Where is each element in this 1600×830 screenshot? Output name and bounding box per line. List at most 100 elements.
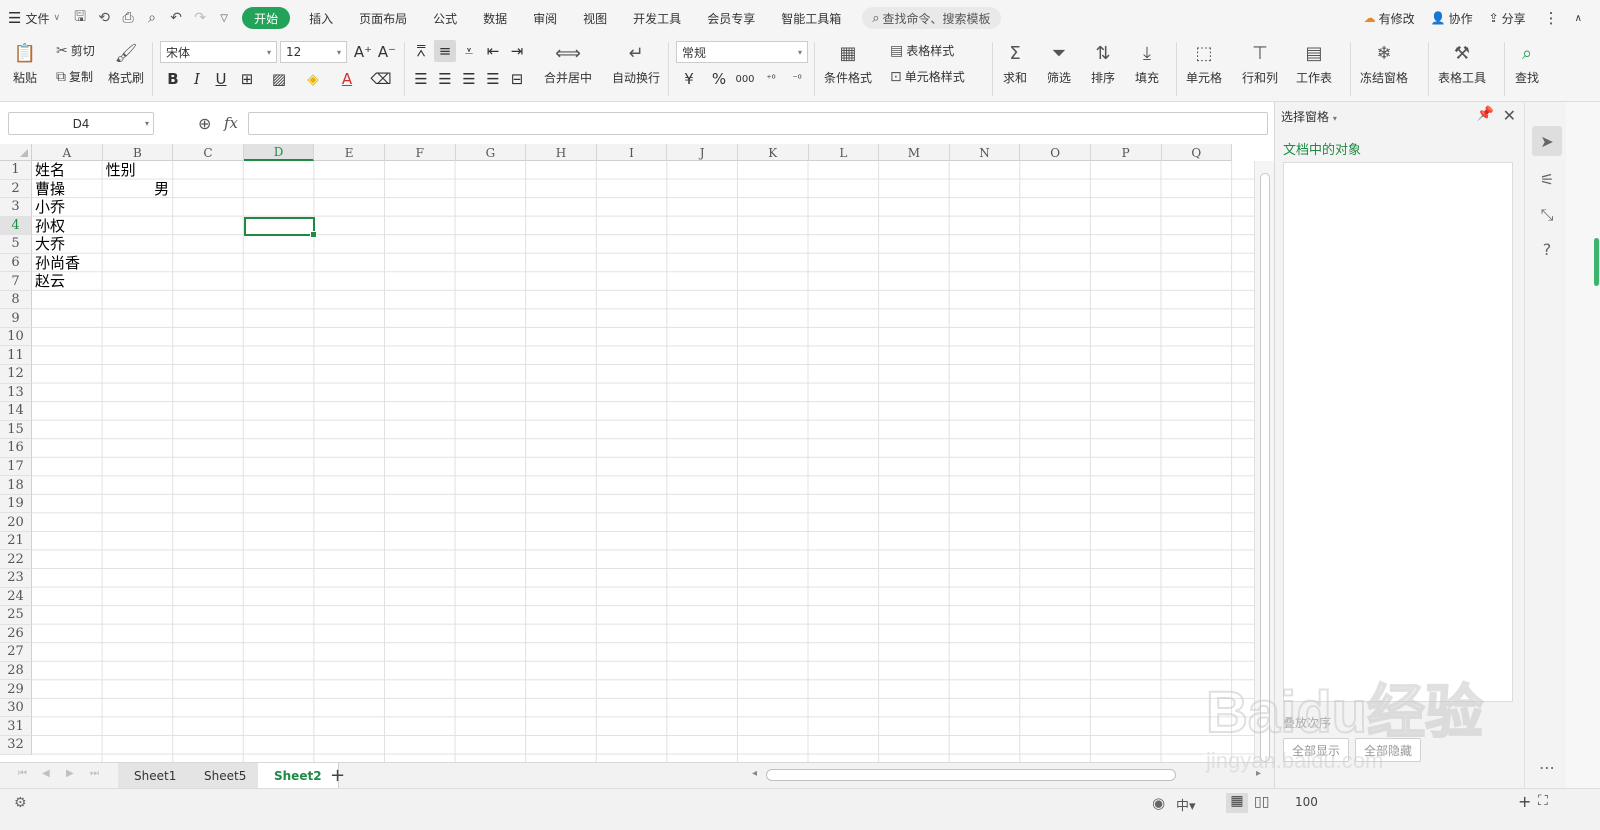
row-header[interactable]: 22 [0,550,32,570]
first-sheet-icon[interactable]: ⏮ [18,768,27,779]
horizontal-scroll-thumb[interactable] [766,769,1176,781]
sheet-tab[interactable]: Sheet5 [188,763,264,788]
column-header[interactable]: J [667,144,738,161]
align-bottom-icon[interactable]: ⩡ [458,40,480,62]
merge-center-button[interactable]: ⟺ 合并居中 [544,40,592,86]
customize-icon[interactable]: ▽ [212,0,236,36]
hide-all-button[interactable]: 全部隐藏 [1355,738,1422,762]
undo-icon[interactable]: ↶ [164,0,188,36]
eye-protection-icon[interactable]: ◉ [1152,794,1165,812]
font-name-select[interactable]: 宋体 ▾ [160,41,277,63]
tab-insert[interactable]: 插入 [296,0,346,36]
percent-icon[interactable]: % [708,68,730,90]
help-icon[interactable]: ? [1532,234,1562,264]
input-method-icon[interactable]: 中▾ [1176,795,1196,814]
cell-shade-icon[interactable]: ▨ [268,68,290,90]
column-header[interactable]: P [1091,144,1162,161]
row-header[interactable]: 16 [0,439,32,458]
fill-button[interactable]: ⤓ 填充 [1134,40,1160,86]
row-header[interactable]: 3 [0,198,32,217]
fill-color-icon[interactable]: ◈ [302,68,324,90]
eraser-icon[interactable]: ⌫ [370,68,392,90]
tab-smart-tools[interactable]: 智能工具箱 [768,0,854,36]
table-tools-button[interactable]: ⚒ 表格工具 [1438,40,1486,86]
column-header[interactable]: G [456,144,527,161]
column-header[interactable]: N [950,144,1021,161]
column-header[interactable]: K [738,144,809,161]
selected-cell-outline[interactable] [243,216,317,238]
column-header[interactable]: A [32,144,103,161]
row-header[interactable]: 8 [0,290,32,310]
column-header[interactable]: F [385,144,456,161]
row-header[interactable]: 28 [0,661,32,681]
next-sheet-icon[interactable]: ▶ [66,768,74,779]
collapse-ribbon-icon[interactable]: ∧ [1569,0,1600,36]
tab-developer[interactable]: 开发工具 [620,0,694,36]
decrease-decimal-icon[interactable]: ⁻⁰ [786,68,808,90]
add-sheet-icon[interactable]: + [330,765,345,786]
row-header[interactable]: 4 [0,216,32,236]
row-header[interactable]: 15 [0,420,32,440]
close-icon[interactable]: ✕ [1503,106,1516,125]
align-middle-icon[interactable]: ≡ [434,40,456,62]
column-header[interactable]: O [1020,144,1091,161]
find-button[interactable]: ⌕ 查找 [1514,40,1540,86]
cell-a5[interactable]: 大乔 [35,235,65,254]
tab-home[interactable]: 开始 [242,7,291,29]
copy-button[interactable]: ⧉ 复制 [56,68,93,85]
column-header[interactable]: C [173,144,244,161]
format-brush-icon[interactable]: ⟲ [92,0,116,36]
zoom-lens-icon[interactable]: ⊕ [198,114,211,133]
row-header[interactable]: 32 [0,735,32,755]
filter-button[interactable]: ⏷ 筛选 [1046,40,1072,86]
tab-data[interactable]: 数据 [470,0,520,36]
italic-icon[interactable]: I [186,68,208,90]
underline-icon[interactable]: U [210,68,232,90]
tab-formulas[interactable]: 公式 [420,0,470,36]
cell-button[interactable]: ⬚ 单元格 [1186,40,1222,86]
cell-a7[interactable]: 赵云 [35,272,65,291]
column-header[interactable]: B [103,144,174,161]
thousands-separator-icon[interactable]: 000 [734,68,756,90]
name-box[interactable]: D4 ▾ [8,112,154,135]
row-header[interactable]: 25 [0,606,32,625]
row-header[interactable]: 29 [0,680,32,699]
zoom-in-icon[interactable]: + [1518,792,1531,811]
row-header[interactable]: 1 [0,161,32,180]
cut-button[interactable]: ✂ 剪切 [56,42,95,59]
number-format-select[interactable]: 常规 ▾ [676,41,808,63]
normal-view-icon[interactable]: ▦ [1226,793,1248,813]
tab-member[interactable]: 会员专享 [694,0,768,36]
cell-a4[interactable]: 孙权 [35,217,65,236]
transform-icon[interactable]: ⤡ [1532,200,1562,230]
column-header[interactable]: I [597,144,668,161]
row-header[interactable]: 27 [0,643,32,662]
cell-b2[interactable]: 男 [103,180,169,199]
row-header[interactable]: 7 [0,272,32,291]
row-header[interactable]: 20 [0,513,32,532]
pin-icon[interactable]: 📌 [1477,106,1494,122]
sliders-icon[interactable]: ⚟ [1532,164,1562,194]
object-list[interactable] [1283,162,1513,702]
cell-b1[interactable]: 性别 [106,161,136,180]
align-center-icon[interactable]: ☰ [434,68,456,90]
column-header[interactable]: L [809,144,880,161]
column-header[interactable]: H [526,144,597,161]
font-size-select[interactable]: 12 ▾ [280,41,347,63]
vertical-scroll-thumb[interactable] [1260,173,1270,762]
row-header[interactable]: 12 [0,365,32,384]
show-all-button[interactable]: 全部显示 [1283,738,1350,762]
indent-icon[interactable]: ⇥ [506,40,528,62]
column-header[interactable]: D [243,144,315,161]
increase-font-icon[interactable]: A⁺ [352,41,374,63]
prev-sheet-icon[interactable]: ◀ [42,768,50,779]
currency-icon[interactable]: ¥ [678,68,700,90]
paste-button[interactable]: 📋 粘贴 [12,40,38,86]
justify-icon[interactable]: ☰ [482,68,504,90]
row-header[interactable]: 11 [0,346,32,366]
command-search[interactable]: ⌕ 查找命令、搜索模板 [862,7,1001,29]
align-right-icon[interactable]: ☰ [458,68,480,90]
font-color-icon[interactable]: A [336,68,358,90]
sheet-tab-active[interactable]: Sheet2 [258,763,339,788]
decrease-font-icon[interactable]: A⁻ [376,41,398,63]
